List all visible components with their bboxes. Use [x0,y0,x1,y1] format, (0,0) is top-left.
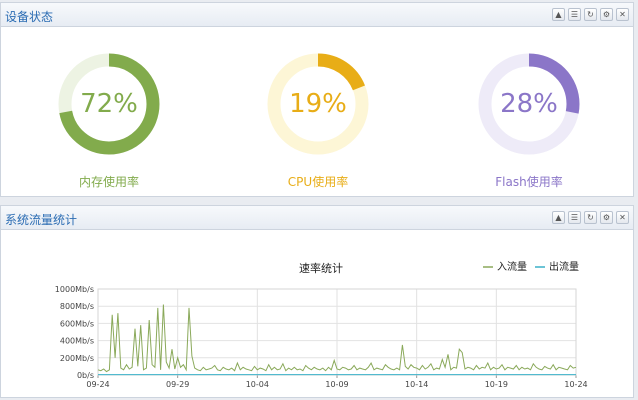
traffic-stats-header: 系统流量统计 ▲ ☰ ↻ ⚙ ✕ [1,206,633,230]
x-tick-label: 10-04 [246,380,269,389]
x-tick-label: 10-24 [564,380,587,389]
y-tick-label: 200Mb/s [60,354,94,363]
flash-usage-gauge: 28% [478,53,580,155]
memory-usage-gauge: 72% [58,53,160,155]
device-status-header: 设备状态 ▲ ☰ ↻ ⚙ ✕ [1,3,633,27]
cpu-usage-label: CPU使用率 [287,175,349,189]
refresh-icon[interactable]: ↻ [584,8,597,21]
refresh-icon[interactable]: ↻ [584,211,597,224]
memory-usage-value: 72% [80,89,138,119]
close-icon[interactable]: ✕ [616,211,629,224]
x-tick-label: 10-14 [405,380,428,389]
flash-usage-value: 28% [500,89,558,119]
y-tick-label: 1000Mb/s [55,285,94,294]
gear-icon[interactable]: ⚙ [600,211,613,224]
cpu-usage-gauge: 19% [267,53,369,155]
y-tick-label: 0b/s [77,371,94,380]
traffic-stats-panel: 系统流量统计 ▲ ☰ ↻ ⚙ ✕ 速率统计 0b/s 200Mb/s 400Mb/s 6… [0,205,634,398]
x-tick-label: 09-24 [86,380,109,389]
y-tick-label: 600Mb/s [60,319,94,328]
x-tick-label: 09-29 [166,380,189,389]
y-tick-label: 800Mb/s [60,302,94,311]
list-icon[interactable]: ☰ [568,211,581,224]
device-status-title: 设备状态 [5,10,54,24]
gear-icon[interactable]: ⚙ [600,8,613,21]
traffic-stats-title: 系统流量统计 [5,213,78,227]
device-status-toolbar: ▲ ☰ ↻ ⚙ ✕ [552,8,629,21]
chart-title: 速率统计 [299,261,343,275]
traffic-stats-toolbar: ▲ ☰ ↻ ⚙ ✕ [552,211,629,224]
device-status-panel: 设备状态 ▲ ☰ ↻ ⚙ ✕ 72% 内存使用率 19% CPU使用率 28% … [0,2,634,197]
legend-outbound: 出流量 [549,260,579,273]
x-tick-label: 10-19 [485,380,508,389]
close-icon[interactable]: ✕ [616,8,629,21]
x-tick-label: 10-09 [325,380,348,389]
traffic-rate-chart: 速率统计 0b/s 200Mb/s 400Mb/s 600Mb/s 800Mb/s 1000… [55,260,588,389]
legend-inbound: 入流量 [497,260,527,273]
collapse-icon[interactable]: ▲ [552,8,565,21]
y-tick-label: 400Mb/s [60,337,94,346]
cpu-usage-value: 19% [289,89,347,119]
list-icon[interactable]: ☰ [568,8,581,21]
flash-usage-label: Flash使用率 [495,175,563,189]
collapse-icon[interactable]: ▲ [552,211,565,224]
memory-usage-label: 内存使用率 [78,175,139,189]
